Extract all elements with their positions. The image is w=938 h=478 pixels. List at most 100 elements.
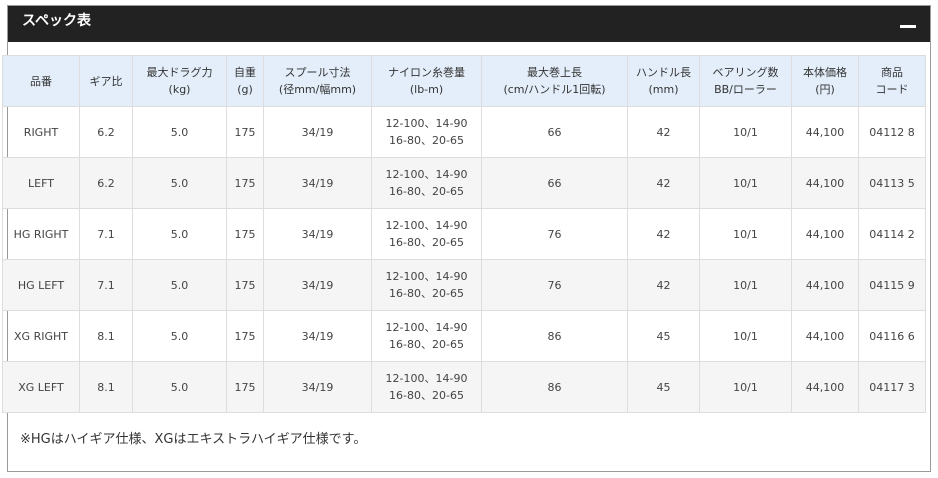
line-capacity-line: 16-80、20-65	[389, 185, 464, 198]
max-drag-cell: 5.0	[132, 157, 227, 209]
column-header-label: スプール寸法	[284, 66, 351, 79]
retrieve-cell: 66	[481, 157, 628, 209]
table-row: XG RIGHT 8.1 5.0 175 34/19 12-100、14-90 16-80、…	[2, 310, 926, 362]
price-cell: 44,100	[791, 157, 859, 209]
table-row: HG RIGHT 7.1 5.0 175 34/19 12-100、14-90 16-80、…	[2, 208, 926, 260]
weight-cell: 175	[226, 157, 264, 209]
bearing-cell: 10/1	[699, 310, 792, 362]
column-header-label: ハンドル長	[636, 66, 691, 79]
line-capacity-line: 12-100、14-90	[385, 168, 468, 181]
column-header-label: 自重	[234, 66, 256, 79]
price-cell: 44,100	[791, 310, 859, 362]
gear-ratio-cell: 8.1	[79, 310, 133, 362]
column-header-label: ナイロン糸巻量	[388, 66, 465, 79]
minus-icon	[900, 25, 916, 28]
bearing-cell: 10/1	[699, 208, 792, 260]
max-drag-cell: 5.0	[132, 208, 227, 260]
gear-ratio-cell: 7.1	[79, 208, 133, 260]
retrieve-cell: 76	[481, 259, 628, 311]
spool-cell: 34/19	[263, 259, 372, 311]
column-header: ベアリング数 BB/ローラー	[699, 55, 792, 107]
max-drag-cell: 5.0	[132, 106, 227, 158]
handle-length-cell: 42	[627, 259, 700, 311]
price-cell: 44,100	[791, 208, 859, 260]
product-code-cell: 04117 3	[858, 361, 926, 413]
product-code-cell: 04113 5	[858, 157, 926, 209]
column-header: 最大ドラグ力 (kg)	[132, 55, 227, 107]
max-drag-cell: 5.0	[132, 310, 227, 362]
column-header-label: 商品	[881, 66, 903, 79]
handle-length-cell: 45	[627, 310, 700, 362]
line-capacity-cell: 12-100、14-90 16-80、20-65	[371, 208, 482, 260]
line-capacity-line: 16-80、20-65	[389, 389, 464, 402]
weight-cell: 175	[226, 310, 264, 362]
footnote: ※HGはハイギア仕様、XGはエキストラハイギア仕様です。	[20, 432, 367, 447]
gear-ratio-cell: 6.2	[79, 157, 133, 209]
line-capacity-line: 12-100、14-90	[385, 117, 468, 130]
line-capacity-cell: 12-100、14-90 16-80、20-65	[371, 259, 482, 311]
weight-cell: 175	[226, 361, 264, 413]
model-cell: XG RIGHT	[2, 310, 80, 362]
line-capacity-cell: 12-100、14-90 16-80、20-65	[371, 361, 482, 413]
retrieve-cell: 86	[481, 361, 628, 413]
handle-length-cell: 45	[627, 361, 700, 413]
spool-cell: 34/19	[263, 310, 372, 362]
product-code-cell: 04116 6	[858, 310, 926, 362]
column-header: 商品 コード	[858, 55, 926, 107]
price-cell: 44,100	[791, 259, 859, 311]
line-capacity-cell: 12-100、14-90 16-80、20-65	[371, 310, 482, 362]
gear-ratio-cell: 6.2	[79, 106, 133, 158]
column-header: ギア比	[79, 55, 133, 107]
column-header-label: ベアリング数	[712, 66, 779, 79]
panel-title: スペック表	[22, 13, 92, 29]
line-capacity-cell: 12-100、14-90 16-80、20-65	[371, 157, 482, 209]
column-header-unit: (lb-m)	[409, 83, 444, 96]
table-row: HG LEFT 7.1 5.0 175 34/19 12-100、14-90 16-80、2…	[2, 259, 926, 311]
spec-table-header: 品番 ギア比 最大ドラグ力 (kg) 自重 (g) スプール寸法 (径mm/幅mm) ナイロン糸…	[2, 55, 926, 107]
table-row: LEFT 6.2 5.0 175 34/19 12-100、14-90 16-80、20-6…	[2, 157, 926, 209]
column-header-unit: (mm)	[648, 83, 679, 96]
table-row: XG LEFT 8.1 5.0 175 34/19 12-100、14-90 16-80、2…	[2, 361, 926, 413]
collapse-button[interactable]	[898, 14, 918, 34]
model-cell: LEFT	[2, 157, 80, 209]
line-capacity-line: 16-80、20-65	[389, 236, 464, 249]
price-cell: 44,100	[791, 361, 859, 413]
bearing-cell: 10/1	[699, 157, 792, 209]
column-header-unit: (g)	[237, 83, 253, 96]
line-capacity-cell: 12-100、14-90 16-80、20-65	[371, 106, 482, 158]
header-row: 品番 ギア比 最大ドラグ力 (kg) 自重 (g) スプール寸法 (径mm/幅mm) ナイロン糸…	[2, 55, 926, 107]
product-code-cell: 04115 9	[858, 259, 926, 311]
weight-cell: 175	[226, 259, 264, 311]
bearing-cell: 10/1	[699, 106, 792, 158]
line-capacity-line: 12-100、14-90	[385, 270, 468, 283]
column-header: ナイロン糸巻量 (lb-m)	[371, 55, 482, 107]
line-capacity-line: 12-100、14-90	[385, 372, 468, 385]
column-header-label: 最大ドラグ力	[146, 66, 213, 79]
spool-cell: 34/19	[263, 361, 372, 413]
bearing-cell: 10/1	[699, 361, 792, 413]
column-header-unit: (cm/ハンドル1回転)	[503, 83, 606, 96]
column-header: 自重 (g)	[226, 55, 264, 107]
model-cell: XG LEFT	[2, 361, 80, 413]
spool-cell: 34/19	[263, 106, 372, 158]
column-header-label: ギア比	[89, 74, 123, 88]
handle-length-cell: 42	[627, 106, 700, 158]
column-header-unit: (円)	[815, 83, 835, 96]
max-drag-cell: 5.0	[132, 361, 227, 413]
column-header-unit: (kg)	[168, 83, 191, 96]
column-header: 本体価格 (円)	[791, 55, 859, 107]
weight-cell: 175	[226, 106, 264, 158]
retrieve-cell: 76	[481, 208, 628, 260]
bearing-cell: 10/1	[699, 259, 792, 311]
column-header-label: 最大巻上長	[527, 66, 582, 79]
price-cell: 44,100	[791, 106, 859, 158]
spool-cell: 34/19	[263, 157, 372, 209]
column-header-label: 品番	[30, 74, 52, 88]
handle-length-cell: 42	[627, 157, 700, 209]
column-header: 品番	[2, 55, 80, 107]
weight-cell: 175	[226, 208, 264, 260]
gear-ratio-cell: 7.1	[79, 259, 133, 311]
max-drag-cell: 5.0	[132, 259, 227, 311]
model-cell: HG LEFT	[2, 259, 80, 311]
model-cell: RIGHT	[2, 106, 80, 158]
